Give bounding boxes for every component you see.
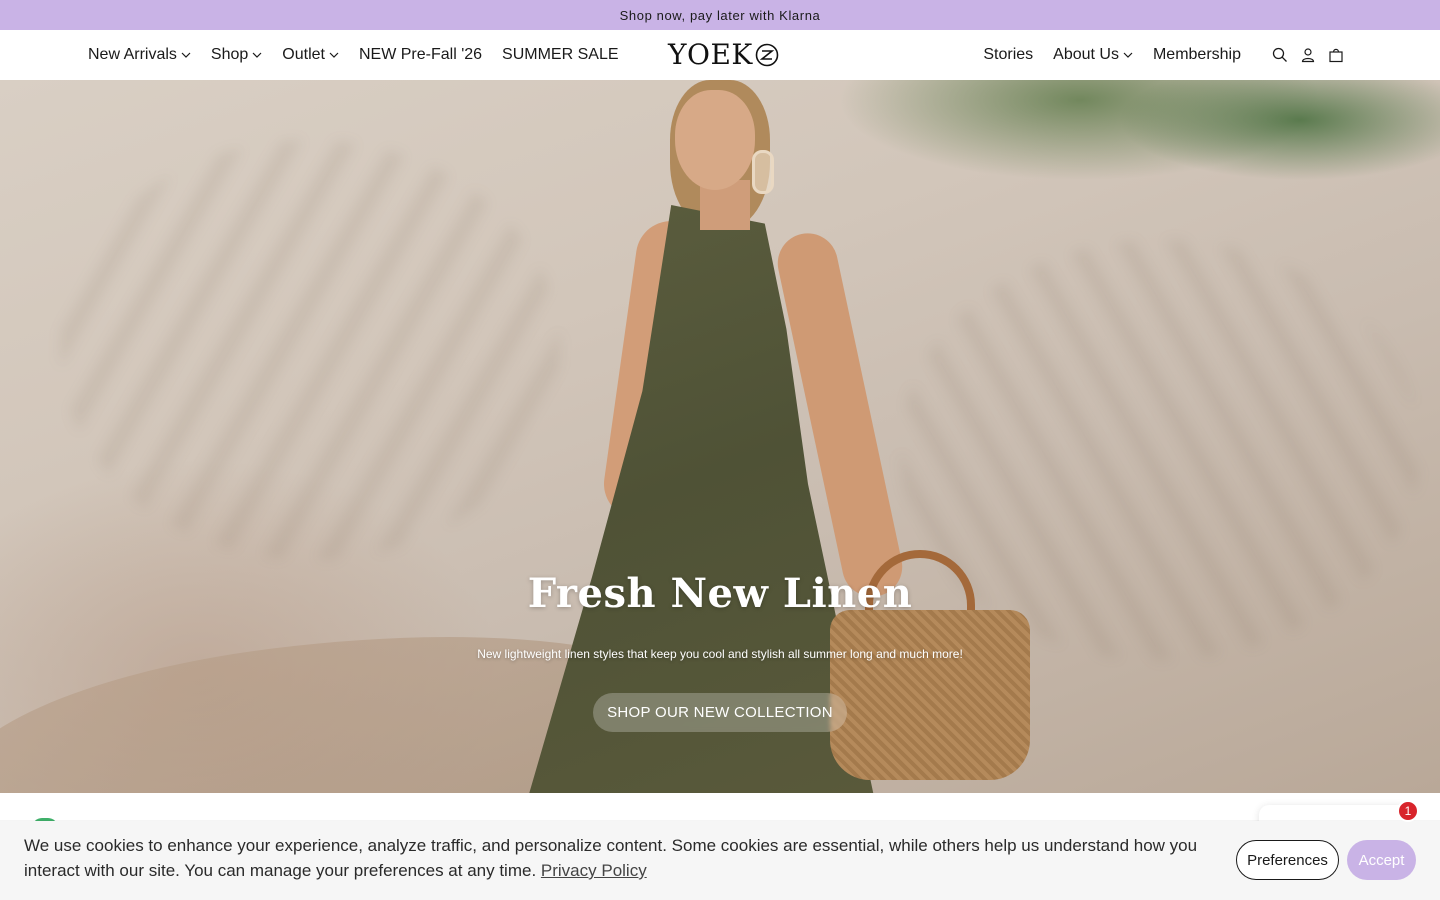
chevron-down-icon bbox=[329, 52, 339, 58]
nav-outlet[interactable]: Outlet bbox=[282, 46, 339, 64]
promo-bar[interactable]: Shop now, pay later with Klarna bbox=[0, 0, 1440, 30]
chevron-down-icon bbox=[1123, 52, 1133, 58]
chevron-down-icon bbox=[252, 52, 262, 58]
hero-banner[interactable]: Fresh New Linen New lightweight linen st… bbox=[0, 80, 1440, 793]
nav-label: Stories bbox=[983, 46, 1034, 63]
chat-notification-badge[interactable]: 1 bbox=[1397, 800, 1419, 822]
nav-label: Shop bbox=[210, 46, 249, 63]
cart-icon[interactable] bbox=[1327, 46, 1345, 64]
hero-content: Fresh New Linen New lightweight linen st… bbox=[0, 80, 1440, 793]
nav-stories[interactable]: Stories bbox=[983, 46, 1033, 64]
nav-label: SUMMER SALE bbox=[502, 46, 619, 63]
privacy-policy-link[interactable]: Privacy Policy bbox=[541, 861, 647, 880]
primary-nav-right: Stories About Us Membership bbox=[983, 30, 1345, 80]
logo-mark-icon bbox=[755, 43, 779, 67]
nav-label: NEW Pre-Fall '26 bbox=[358, 46, 483, 63]
search-icon[interactable] bbox=[1271, 46, 1289, 64]
account-icon[interactable] bbox=[1299, 46, 1317, 64]
shop-collection-button[interactable]: SHOP OUR NEW COLLECTION bbox=[593, 693, 847, 732]
primary-nav-left: New Arrivals Shop Outlet NEW Pre-Fall '2… bbox=[88, 30, 619, 80]
nav-membership[interactable]: Membership bbox=[1153, 46, 1241, 64]
nav-summer-sale[interactable]: SUMMER SALE bbox=[502, 46, 618, 64]
nav-about-us[interactable]: About Us bbox=[1053, 46, 1133, 64]
cookie-message: We use cookies to enhance your experienc… bbox=[24, 833, 1224, 883]
chevron-down-icon bbox=[181, 52, 191, 58]
hero-subtitle: New lightweight linen styles that keep y… bbox=[477, 647, 963, 661]
nav-label: Outlet bbox=[282, 46, 325, 63]
nav-pre-fall[interactable]: NEW Pre-Fall '26 bbox=[359, 46, 482, 64]
nav-label: New Arrivals bbox=[88, 46, 177, 63]
nav-shop[interactable]: Shop bbox=[211, 46, 262, 64]
logo-wordmark: YOEK bbox=[668, 38, 753, 71]
cookie-accept-button[interactable]: Accept bbox=[1347, 840, 1416, 880]
nav-new-arrivals[interactable]: New Arrivals bbox=[88, 46, 191, 64]
cookie-consent-bar: We use cookies to enhance your experienc… bbox=[0, 821, 1440, 900]
brand-logo[interactable]: YOEK bbox=[668, 39, 790, 71]
site-header: New Arrivals Shop Outlet NEW Pre-Fall '2… bbox=[0, 30, 1440, 80]
cookie-preferences-button[interactable]: Preferences bbox=[1236, 840, 1339, 880]
hero-title: Fresh New Linen bbox=[527, 570, 913, 617]
promo-text[interactable]: Shop now, pay later with Klarna bbox=[620, 8, 821, 23]
nav-label: About Us bbox=[1053, 46, 1119, 63]
nav-label: Membership bbox=[1152, 46, 1241, 63]
